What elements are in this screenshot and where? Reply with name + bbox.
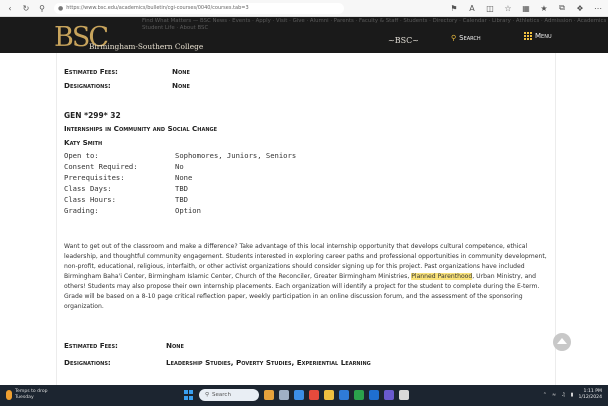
clock[interactable]: 1:11 PM 1/12/2024 <box>578 389 602 401</box>
course-number: GEN *299* 32 <box>64 111 121 120</box>
teams-icon[interactable] <box>384 390 394 400</box>
search-icon[interactable]: ⚲ <box>36 2 48 14</box>
weather-widget[interactable]: Temps to drop Tuesday <box>6 389 48 401</box>
prev-designations-value: None <box>172 81 190 90</box>
prev-fees-row: Estimated Fees: None <box>64 67 190 76</box>
attr-label: Class Hours: <box>64 195 116 204</box>
menu-grid-icon <box>524 32 532 40</box>
taskbar-search[interactable]: ⚲ Search <box>199 389 259 401</box>
attr-label: Class Days: <box>64 184 112 193</box>
store-icon[interactable] <box>339 390 349 400</box>
attr-label: Prerequisites: <box>64 173 125 182</box>
url-text: https://www.bsc.edu/academics/bulletin/c… <box>66 5 249 11</box>
attr-value: TBD <box>175 195 188 204</box>
volume-icon[interactable]: ♫ <box>561 392 565 398</box>
app-icon[interactable] <box>354 390 364 400</box>
read-aloud-icon[interactable]: A <box>466 2 478 14</box>
address-bar[interactable]: ● https://www.bsc.edu/academics/bulletin… <box>54 2 344 14</box>
menu-label: Menu <box>535 32 552 40</box>
course-instructor: Katy Smith <box>64 138 103 147</box>
fees-value: None <box>166 341 184 350</box>
scroll-to-top-button[interactable] <box>553 333 571 351</box>
attr-label: Grading: <box>64 206 99 215</box>
edge-icon[interactable] <box>294 390 304 400</box>
browser-toolbar: ‹ ↻ ⚲ ● https://www.bsc.edu/academics/bu… <box>0 0 608 17</box>
refresh-icon[interactable]: ↻ <box>20 2 32 14</box>
search-icon: ⚲ <box>451 34 457 42</box>
prev-fees-value: None <box>172 67 190 76</box>
search-button[interactable]: ⚲ Search <box>451 34 481 42</box>
attr-value: None <box>175 173 193 182</box>
copilot-icon[interactable]: ❖ <box>574 2 586 14</box>
menu-button[interactable]: Menu <box>524 32 552 40</box>
app-icon[interactable] <box>399 390 409 400</box>
collections-icon[interactable]: ⧉ <box>556 2 568 14</box>
file-explorer-icon[interactable] <box>324 390 334 400</box>
weather-line-1: Temps to drop <box>15 389 48 394</box>
fees-row: Estimated Fees: None <box>64 341 184 350</box>
course-description: Want to get out of the classroom and mak… <box>64 242 550 312</box>
back-icon[interactable]: ‹ <box>4 2 16 14</box>
chevron-up-icon[interactable]: ⌃ <box>543 392 547 398</box>
page-content <box>0 53 608 385</box>
bsc-script-logo[interactable]: ~BSC~ <box>388 36 419 45</box>
attr-label: Open to: <box>64 151 99 160</box>
battery-icon[interactable]: ▮ <box>571 392 574 398</box>
designations-label: Designations: <box>64 358 111 367</box>
thermometer-icon <box>6 390 12 400</box>
favorite-icon[interactable]: ☆ <box>502 2 514 14</box>
clock-date: 1/12/2024 <box>578 395 602 400</box>
taskbar-apps: ⚲ Search <box>184 389 409 401</box>
content-column <box>56 53 556 385</box>
task-view-icon[interactable] <box>279 390 289 400</box>
clock-time: 1:11 PM <box>583 389 602 394</box>
split-screen-icon[interactable]: ◫ <box>484 2 496 14</box>
search-icon: ⚲ <box>205 392 210 398</box>
fees-label: Estimated Fees: <box>64 341 118 350</box>
mail-icon[interactable] <box>369 390 379 400</box>
chrome-icon[interactable] <box>309 390 319 400</box>
taskbar: Temps to drop Tuesday ⚲ Search ⌃ ≈ ♫ ▮ 1:… <box>0 385 608 406</box>
prev-designations-label: Designations: <box>64 81 111 90</box>
chevron-up-icon <box>557 338 567 344</box>
prev-designations-row: Designations: None <box>64 81 190 90</box>
designations-row: Designations: Leadership Studies, Povert… <box>64 358 371 367</box>
weather-line-2: Tuesday <box>15 395 34 400</box>
attr-label: Consent Required: <box>64 162 138 171</box>
attr-value: Option <box>175 206 201 215</box>
wifi-icon[interactable]: ≈ <box>552 392 556 398</box>
prev-fees-label: Estimated Fees: <box>64 67 118 76</box>
designations-value: Leadership Studies, Poverty Studies, Exp… <box>166 358 371 367</box>
taskbar-search-placeholder: Search <box>212 392 231 398</box>
favorites-bar-icon[interactable]: ★ <box>538 2 550 14</box>
course-title: Internships in Community and Social Chan… <box>64 124 218 133</box>
highlighted-text: Planned Parenthood <box>411 273 473 280</box>
browser-actions: ⚑ A ◫ ☆ ▦ ★ ⧉ ❖ ⋯ <box>448 2 604 14</box>
attr-value: TBD <box>175 184 188 193</box>
attr-value: No <box>175 162 184 171</box>
more-icon[interactable]: ⋯ <box>592 2 604 14</box>
lock-icon: ● <box>58 4 64 12</box>
college-name: Birmingham-Southern College <box>89 42 204 51</box>
extensions-icon[interactable]: ▦ <box>520 2 532 14</box>
translate-icon[interactable]: ⚑ <box>448 2 460 14</box>
windows-start-icon[interactable] <box>184 390 194 400</box>
search-label: Search <box>459 34 481 42</box>
attr-value: Sophomores, Juniors, Seniors <box>175 151 297 160</box>
widgets-icon[interactable] <box>264 390 274 400</box>
system-tray: ⌃ ≈ ♫ ▮ 1:11 PM 1/12/2024 <box>543 389 602 401</box>
weather-text: Temps to drop Tuesday <box>15 389 48 401</box>
